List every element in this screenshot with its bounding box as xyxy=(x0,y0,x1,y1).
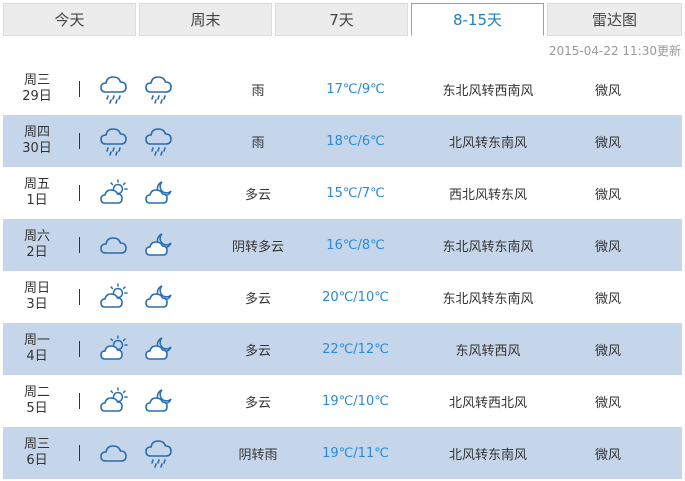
partly-cloudy-night-icon xyxy=(143,385,175,417)
rain-cloud-icon xyxy=(143,125,175,157)
weekday-label: 周日 xyxy=(23,281,50,296)
temperature-range: 18℃/6℃ xyxy=(326,133,385,149)
forecast-row: 周五 1日 多云 15℃/7℃ 西北风转东风 微风 xyxy=(3,167,682,219)
tab-7-days[interactable]: 7天 xyxy=(275,3,408,36)
wind-level: 微风 xyxy=(594,343,621,359)
wind-direction: 东风转西风 xyxy=(455,343,521,359)
forecast-row: 周二 5日 多云 19℃/10℃ 北风转西北风 微风 xyxy=(3,375,682,427)
partly-cloudy-day-icon xyxy=(98,177,130,209)
day-label: 周六 2日 xyxy=(3,229,71,261)
condition-text: 雨 xyxy=(251,83,265,99)
date-label: 29日 xyxy=(22,89,52,104)
date-label: 6日 xyxy=(26,453,48,468)
wind-level: 微风 xyxy=(594,83,621,99)
wind-level: 微风 xyxy=(594,135,621,151)
forecast-row: 周三 29日 雨 17℃/9℃ 东北风转西南风 微风 xyxy=(3,63,682,115)
tab-today[interactable]: 今天 xyxy=(3,3,136,36)
wind-level: 微风 xyxy=(594,291,621,307)
wind-level: 微风 xyxy=(594,239,621,255)
date-label: 30日 xyxy=(22,141,52,156)
forecast-row: 周四 30日 雨 18℃/6℃ 北风转东南风 微风 xyxy=(3,115,682,167)
cloud-icon xyxy=(98,229,130,261)
divider xyxy=(79,81,80,97)
partly-cloudy-day-icon xyxy=(98,385,130,417)
wind-level: 微风 xyxy=(594,447,621,463)
divider xyxy=(79,393,80,409)
temperature-range: 19℃/11℃ xyxy=(322,445,389,461)
condition-text: 多云 xyxy=(244,291,271,307)
forecast-row: 周一 4日 多云 22℃/12℃ 东风转西风 微风 xyxy=(3,323,682,375)
temperature-range: 19℃/10℃ xyxy=(322,393,389,409)
partly-cloudy-night-icon xyxy=(143,281,175,313)
weekday-label: 周三 xyxy=(23,437,50,452)
condition-text: 阴转多云 xyxy=(231,239,284,255)
wind-level: 微风 xyxy=(594,395,621,411)
forecast-row: 周三 6日 阴转雨 19℃/11℃ 北风转东南风 微风 xyxy=(3,427,682,479)
wind-direction: 北风转东南风 xyxy=(448,135,527,151)
partly-cloudy-day-icon xyxy=(98,333,130,365)
condition-text: 多云 xyxy=(244,395,271,411)
day-label: 周一 4日 xyxy=(3,333,71,365)
wind-direction: 北风转西北风 xyxy=(448,395,527,411)
date-label: 1日 xyxy=(26,193,48,208)
day-label: 周五 1日 xyxy=(3,177,71,209)
weekday-label: 周一 xyxy=(23,333,50,348)
divider xyxy=(79,185,80,201)
rain-cloud-icon xyxy=(98,125,130,157)
day-label: 周三 29日 xyxy=(3,73,71,105)
wind-direction: 东北风转东南风 xyxy=(442,291,534,307)
divider xyxy=(79,133,80,149)
date-label: 4日 xyxy=(26,349,48,364)
forecast-row: 周日 3日 多云 20℃/10℃ 东北风转东南风 微风 xyxy=(3,271,682,323)
partly-cloudy-day-icon xyxy=(98,281,130,313)
temperature-range: 22℃/12℃ xyxy=(322,341,389,357)
divider xyxy=(79,445,80,461)
condition-text: 多云 xyxy=(244,187,271,203)
wind-direction: 东北风转东南风 xyxy=(442,239,534,255)
weekday-label: 周三 xyxy=(23,73,50,88)
partly-cloudy-night-icon xyxy=(143,177,175,209)
day-label: 周四 30日 xyxy=(3,125,71,157)
temperature-range: 15℃/7℃ xyxy=(326,185,385,201)
partly-cloudy-night-icon xyxy=(143,229,175,261)
date-label: 5日 xyxy=(26,401,48,416)
partly-cloudy-night-icon xyxy=(143,333,175,365)
rain-cloud-icon xyxy=(143,73,175,105)
tab-weekend[interactable]: 周末 xyxy=(139,3,272,36)
temperature-range: 17℃/9℃ xyxy=(326,81,385,97)
wind-direction: 东北风转西南风 xyxy=(442,83,534,99)
condition-text: 雨 xyxy=(251,135,265,151)
divider xyxy=(79,289,80,305)
date-label: 3日 xyxy=(26,297,48,312)
wind-direction: 西北风转东风 xyxy=(448,187,527,203)
weekday-label: 周二 xyxy=(23,385,50,400)
divider xyxy=(79,237,80,253)
date-label: 2日 xyxy=(26,245,48,260)
temperature-range: 16℃/8℃ xyxy=(326,237,385,253)
update-timestamp: 2015-04-22 11:30更新 xyxy=(548,44,681,58)
day-label: 周二 5日 xyxy=(3,385,71,417)
cloud-icon xyxy=(98,437,130,469)
wind-level: 微风 xyxy=(594,187,621,203)
condition-text: 多云 xyxy=(244,343,271,359)
wind-direction: 北风转东南风 xyxy=(448,447,527,463)
day-label: 周日 3日 xyxy=(3,281,71,313)
temperature-range: 20℃/10℃ xyxy=(322,289,389,305)
forecast-list: 周三 29日 雨 17℃/9℃ 东北风转西南风 微风 周四 30日 雨 18℃/… xyxy=(3,63,682,479)
tab-bar: 今天 周末 7天 8-15天 雷达图 xyxy=(3,3,682,36)
divider xyxy=(79,341,80,357)
weekday-label: 周四 xyxy=(23,125,50,140)
day-label: 周三 6日 xyxy=(3,437,71,469)
weekday-label: 周五 xyxy=(23,177,50,192)
tab-radar[interactable]: 雷达图 xyxy=(547,3,682,36)
rain-cloud-icon xyxy=(143,437,175,469)
weekday-label: 周六 xyxy=(23,229,50,244)
tab-8-15-days[interactable]: 8-15天 xyxy=(411,3,544,36)
rain-cloud-icon xyxy=(98,73,130,105)
forecast-row: 周六 2日 阴转多云 16℃/8℃ 东北风转东南风 微风 xyxy=(3,219,682,271)
condition-text: 阴转雨 xyxy=(238,447,278,463)
